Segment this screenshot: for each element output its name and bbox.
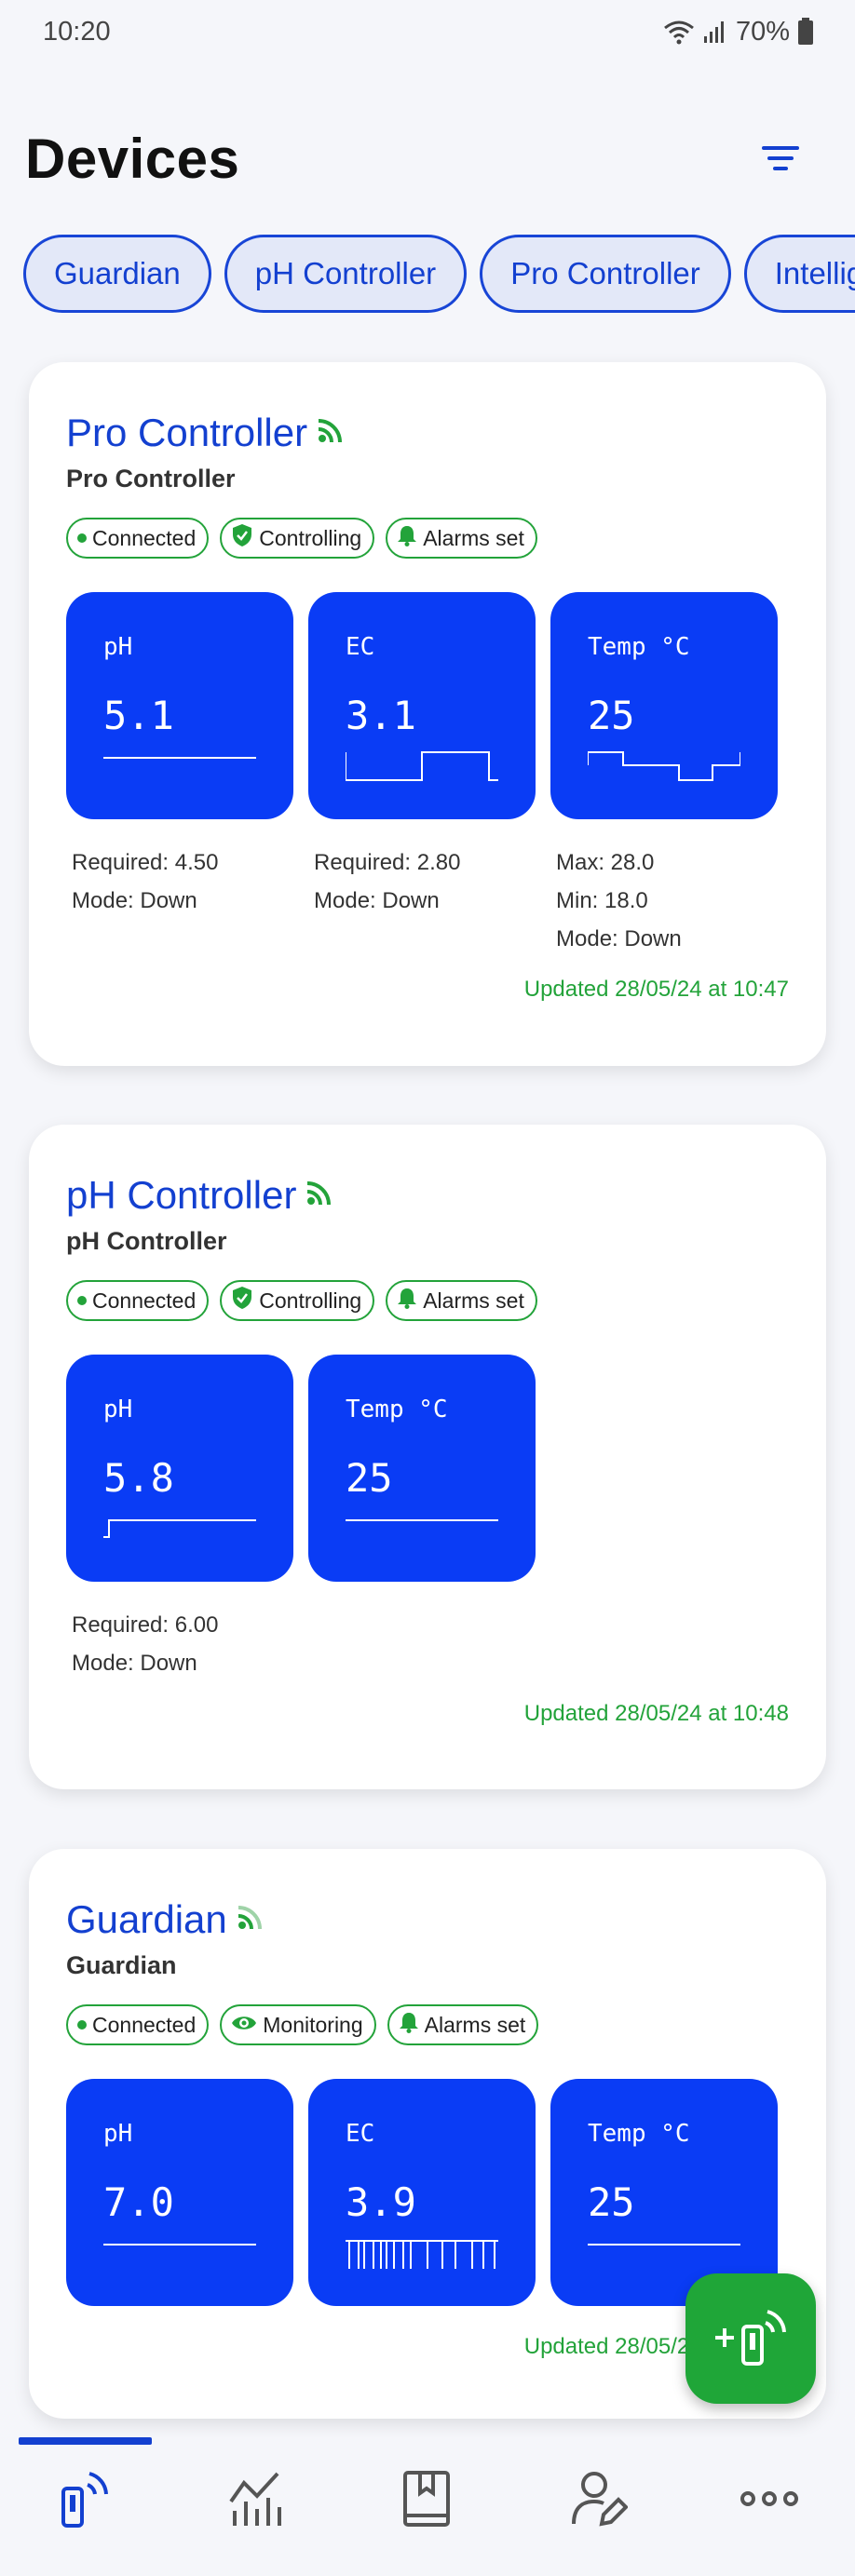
reading-tile-ph[interactable]: pH 7.0 <box>66 2079 293 2306</box>
status-bar: 10:20 70% <box>0 0 855 63</box>
tile-label: EC <box>346 633 375 661</box>
reading-tile-ph[interactable]: pH 5.1 <box>66 592 293 819</box>
nav-devices[interactable] <box>30 2455 142 2548</box>
tile-value: 25 <box>588 2179 635 2225</box>
nav-account[interactable] <box>543 2455 655 2548</box>
status-badge: Monitoring <box>220 2004 376 2045</box>
tile-info: Required: 6.00 Mode: Down <box>72 1612 219 1676</box>
bell-icon <box>397 1287 417 1315</box>
connected-dot-icon <box>77 533 87 543</box>
updated-timestamp: Updated 28/05/24 at 10:48 <box>523 2334 789 2359</box>
sparkline <box>346 2240 498 2269</box>
nav-more[interactable] <box>713 2455 825 2548</box>
chip-pro-controller[interactable]: Pro Controller <box>480 235 731 313</box>
sparkline <box>103 757 256 759</box>
status-badge: Alarms set <box>387 2004 539 2045</box>
add-device-icon <box>712 2304 790 2374</box>
status-badge: Controlling <box>220 518 375 559</box>
tile-info: Max: 28.0 Min: 18.0 Mode: Down <box>556 850 682 951</box>
signal-icon <box>702 20 728 44</box>
reading-tile-ec[interactable]: EC 3.9 <box>308 2079 536 2306</box>
tile-value: 7.0 <box>103 2179 174 2225</box>
device-card[interactable]: Pro Controller Pro Controller Connected … <box>29 362 826 1066</box>
sparkline <box>346 751 498 781</box>
device-filter-chips: Guardian pH Controller Pro Controller In… <box>23 235 855 313</box>
battery-icon <box>797 18 814 46</box>
status-badge: Controlling <box>220 1280 375 1321</box>
rss-feed-icon <box>305 1180 332 1211</box>
device-type: pH Controller <box>66 1227 227 1255</box>
rss-feed-icon <box>317 418 343 449</box>
updated-timestamp: Updated 28/05/24 at 10:47 <box>523 977 789 1002</box>
device-name: Pro Controller <box>66 411 308 454</box>
tile-value: 3.9 <box>346 2179 416 2225</box>
device-type: Pro Controller <box>66 465 236 492</box>
status-badge: Connected <box>66 2004 210 2045</box>
nav-charts[interactable] <box>200 2455 312 2548</box>
more-icon <box>739 2489 800 2513</box>
status-icons: 70% <box>663 17 814 47</box>
reading-tile-temp[interactable]: Temp °C 25 <box>550 2079 778 2306</box>
status-badge: Alarms set <box>386 518 537 559</box>
user-edit-icon <box>570 2470 629 2532</box>
nav-guides[interactable] <box>372 2455 483 2548</box>
sparkline <box>588 751 740 781</box>
sort-filter-icon[interactable] <box>753 130 808 186</box>
tile-label: Temp °C <box>346 1396 448 1423</box>
device-card[interactable]: pH Controller pH Controller Connected Co… <box>29 1125 826 1789</box>
status-badge: Connected <box>66 518 210 559</box>
tile-label: pH <box>103 1396 133 1423</box>
page-title: Devices <box>25 127 240 190</box>
tile-label: Temp °C <box>588 2120 690 2148</box>
chip-intelligent-controller[interactable]: Intelligent Controller <box>743 235 855 313</box>
sparkline <box>588 2244 740 2246</box>
tile-value: 5.1 <box>103 693 174 738</box>
eye-icon <box>231 2013 257 2038</box>
reading-tile-temp[interactable]: Temp °C 25 <box>550 592 778 819</box>
tile-value: 5.8 <box>103 1455 174 1501</box>
bottom-navigation <box>0 2437 855 2576</box>
reading-tile-temp[interactable]: Temp °C 25 <box>308 1355 536 1582</box>
reading-tile-ec[interactable]: EC 3.1 <box>308 592 536 819</box>
status-time: 10:20 <box>43 16 111 47</box>
active-tab-indicator <box>19 2437 152 2445</box>
tile-label: EC <box>346 2120 375 2148</box>
tile-label: pH <box>103 633 133 661</box>
device-name: Guardian <box>66 1897 227 1941</box>
chip-guardian[interactable]: Guardian <box>23 235 211 313</box>
bell-icon <box>399 2011 419 2039</box>
tile-value: 25 <box>588 693 635 738</box>
charts-icon <box>227 2470 285 2532</box>
bell-icon <box>397 524 417 552</box>
updated-timestamp: Updated 28/05/24 at 10:48 <box>523 1701 789 1726</box>
add-device-button[interactable] <box>685 2273 816 2404</box>
device-type: Guardian <box>66 1951 177 1979</box>
chip-ph-controller[interactable]: pH Controller <box>224 235 468 313</box>
tile-value: 25 <box>346 1455 393 1501</box>
tile-info: Required: 2.80 Mode: Down <box>314 850 461 913</box>
sparkline <box>346 1519 498 1521</box>
rss-feed-icon <box>237 1905 263 1935</box>
connected-dot-icon <box>77 2020 87 2030</box>
devices-icon <box>58 2468 114 2534</box>
book-icon <box>401 2469 454 2533</box>
battery-percent: 70% <box>735 16 790 47</box>
wifi-icon <box>663 19 695 45</box>
sparkline <box>103 1519 256 1538</box>
shield-check-icon <box>231 523 253 553</box>
connected-dot-icon <box>77 1296 87 1305</box>
status-badge: Alarms set <box>386 1280 537 1321</box>
shield-check-icon <box>231 1286 253 1315</box>
reading-tile-ph[interactable]: pH 5.8 <box>66 1355 293 1582</box>
status-badge: Connected <box>66 1280 210 1321</box>
header: Devices <box>25 112 808 205</box>
tile-label: Temp °C <box>588 633 690 661</box>
tile-value: 3.1 <box>346 693 416 738</box>
device-name: pH Controller <box>66 1173 297 1217</box>
sparkline <box>103 2244 256 2246</box>
tile-label: pH <box>103 2120 133 2148</box>
tile-info: Required: 4.50 Mode: Down <box>72 850 219 913</box>
